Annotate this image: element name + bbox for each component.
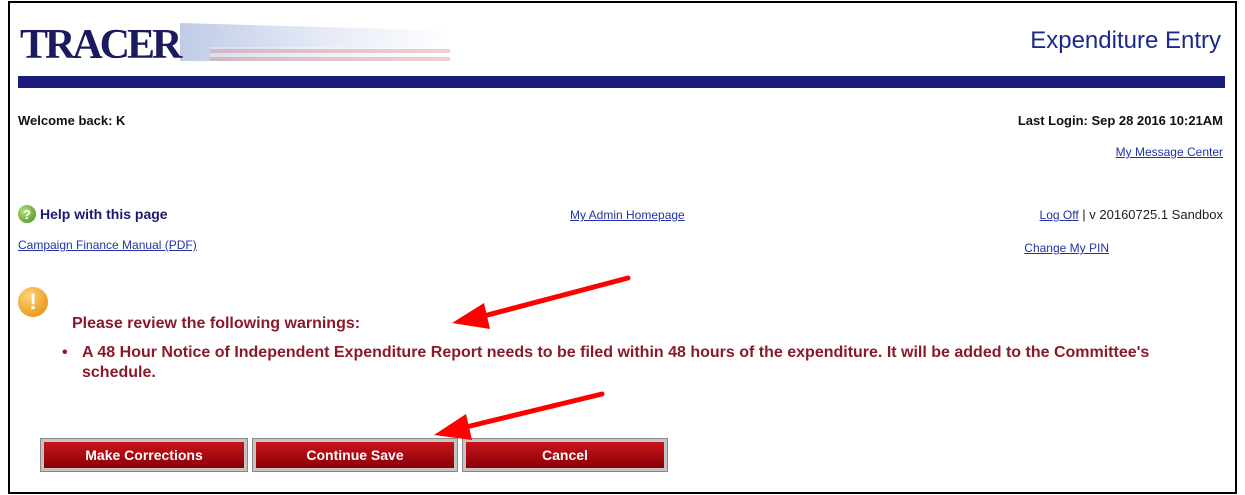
continue-save-button[interactable]: Continue Save	[252, 438, 458, 472]
help-link[interactable]: Help with this page	[40, 206, 168, 222]
last-login-text: Last Login: Sep 28 2016 10:21AM	[1017, 113, 1223, 128]
message-center-link[interactable]: My Message Center	[1116, 145, 1223, 159]
cancel-button[interactable]: Cancel	[462, 438, 668, 472]
help-row[interactable]: ? Help with this page	[18, 205, 168, 223]
make-corrections-button[interactable]: Make Corrections	[40, 438, 248, 472]
change-pin-link[interactable]: Change My PIN	[1024, 241, 1109, 255]
action-buttons: Make Corrections Continue Save Cancel	[40, 438, 668, 472]
logoff-row: Log Off | v 20160725.1 Sandbox	[1040, 207, 1223, 222]
warning-icon: !	[18, 287, 48, 317]
logo-text: TRACER	[20, 22, 182, 68]
page-frame: TRACER Expenditure Entry Welcome back: K…	[8, 1, 1237, 494]
bullet-icon: •	[62, 344, 68, 361]
page-title: Expenditure Entry	[1030, 27, 1221, 54]
warning-item: A 48 Hour Notice of Independent Expendit…	[82, 344, 1150, 381]
tracer-logo: TRACER	[20, 17, 450, 68]
warnings-list: • A 48 Hour Notice of Independent Expend…	[62, 343, 1212, 383]
version-text: | v 20160725.1 Sandbox	[1078, 207, 1223, 222]
annotation-arrow-icon	[434, 391, 605, 440]
campaign-finance-manual-link[interactable]: Campaign Finance Manual (PDF)	[18, 238, 197, 252]
annotation-arrow-icon	[452, 275, 631, 329]
welcome-text: Welcome back: K	[18, 113, 126, 128]
help-icon[interactable]: ?	[18, 205, 36, 223]
warnings-title: Please review the following warnings:	[72, 315, 361, 332]
header-bar	[18, 76, 1225, 88]
log-off-link[interactable]: Log Off	[1040, 208, 1079, 222]
admin-homepage-link[interactable]: My Admin Homepage	[570, 208, 685, 222]
flag-graphic	[180, 23, 450, 61]
